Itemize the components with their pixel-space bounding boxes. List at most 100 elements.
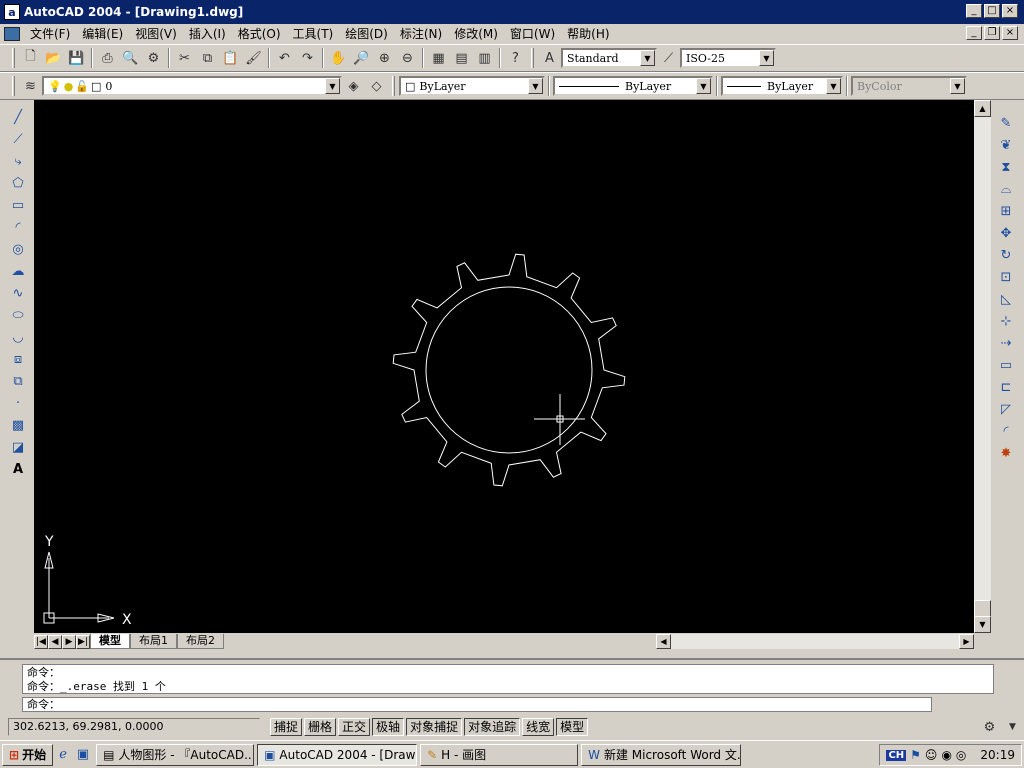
- chevron-down-icon[interactable]: ▼: [325, 78, 340, 94]
- extend-icon[interactable]: ⇢: [994, 332, 1018, 354]
- open-icon[interactable]: 📂: [42, 47, 65, 69]
- ellipse-arc-icon[interactable]: ◡: [6, 326, 30, 348]
- maximize-button[interactable]: □: [984, 4, 1000, 18]
- circle-icon[interactable]: ◎: [6, 238, 30, 260]
- help-icon[interactable]: ?: [504, 47, 527, 69]
- cut-icon[interactable]: ✂: [173, 47, 196, 69]
- arc-icon[interactable]: ◜: [6, 216, 30, 238]
- redo-icon[interactable]: ↷: [296, 47, 319, 69]
- qq-icon[interactable]: ☺: [925, 748, 938, 762]
- zoom-previous-icon[interactable]: ⊖: [396, 47, 419, 69]
- task-button[interactable]: W 新建 Microsoft Word 文...: [581, 743, 742, 766]
- first-tab-icon[interactable]: |◀: [34, 634, 48, 649]
- tab-layout2[interactable]: 布局2: [177, 634, 224, 649]
- ortho-toggle[interactable]: 正交: [338, 718, 371, 736]
- properties-icon[interactable]: ▦: [427, 47, 450, 69]
- polyline-icon[interactable]: ⤷: [6, 150, 30, 172]
- communication-center-icon[interactable]: ⚙: [978, 716, 1001, 738]
- menu-help[interactable]: 帮助(H): [561, 25, 615, 43]
- task-button[interactable]: ✎ H - 画图: [420, 743, 579, 766]
- scroll-down-button[interactable]: ▼: [974, 616, 991, 633]
- internet-explorer-icon[interactable]: ℯ: [53, 745, 73, 765]
- scroll-right-button[interactable]: ▶: [959, 634, 974, 649]
- previous-tab-icon[interactable]: ◀: [48, 634, 62, 649]
- last-tab-icon[interactable]: ▶|: [76, 634, 90, 649]
- polar-toggle[interactable]: 极轴: [372, 718, 405, 736]
- explode-icon[interactable]: ✸: [994, 442, 1018, 464]
- menu-insert[interactable]: 插入(I): [183, 25, 232, 43]
- insert-block-icon[interactable]: ⧈: [6, 348, 30, 370]
- paste-icon[interactable]: 📋: [219, 47, 242, 69]
- construction-line-icon[interactable]: ⟋: [6, 128, 30, 150]
- save-icon[interactable]: 💾: [65, 47, 88, 69]
- autocad-app-icon[interactable]: a: [4, 4, 20, 20]
- dimension-style-icon[interactable]: ⟋: [657, 47, 680, 69]
- drawing-canvas[interactable]: X Y: [34, 100, 974, 633]
- network-icon[interactable]: ◎: [956, 748, 966, 762]
- close-button[interactable]: ×: [1002, 4, 1018, 18]
- otrack-toggle[interactable]: 对象追踪: [464, 718, 521, 736]
- polygon-icon[interactable]: ⬠: [6, 172, 30, 194]
- toolbar-grip[interactable]: [12, 48, 15, 68]
- scale-icon[interactable]: ⊡: [994, 266, 1018, 288]
- text-style-select[interactable]: Standard ▼: [561, 48, 657, 68]
- menu-edit[interactable]: 编辑(E): [76, 25, 129, 43]
- chevron-down-icon[interactable]: ▼: [528, 78, 543, 94]
- menu-view[interactable]: 视图(V): [129, 25, 183, 43]
- match-properties-icon[interactable]: 🖌: [242, 47, 265, 69]
- text-style-icon[interactable]: A: [538, 47, 561, 69]
- mirror-icon[interactable]: ⧗: [994, 156, 1018, 178]
- undo-icon[interactable]: ↶: [273, 47, 296, 69]
- toolbar-grip[interactable]: [392, 76, 395, 96]
- tab-layout1[interactable]: 布局1: [130, 634, 177, 649]
- command-input[interactable]: 命令：: [22, 697, 932, 712]
- print-preview-icon[interactable]: 🔍: [119, 47, 142, 69]
- erase-icon[interactable]: ✎: [994, 112, 1018, 134]
- break-icon[interactable]: ⊏: [994, 376, 1018, 398]
- doc-close-button[interactable]: ×: [1002, 26, 1018, 40]
- menu-format[interactable]: 格式(O): [232, 25, 287, 43]
- rectangle-icon[interactable]: ▭: [6, 194, 30, 216]
- lineweight-toggle[interactable]: 线宽: [522, 718, 555, 736]
- point-icon[interactable]: ·: [6, 392, 30, 414]
- menu-tools[interactable]: 工具(T): [287, 25, 340, 43]
- doc-restore-button[interactable]: ❐: [984, 26, 1000, 40]
- zoom-window-icon[interactable]: ⊕: [373, 47, 396, 69]
- copy-object-icon[interactable]: ❦: [994, 134, 1018, 156]
- layer-select[interactable]: 💡 ● 🔓 □ 0 ▼: [42, 76, 342, 96]
- region-icon[interactable]: ◪: [6, 436, 30, 458]
- desktop-icon[interactable]: ▣: [73, 745, 93, 765]
- zoom-realtime-icon[interactable]: 🔎: [350, 47, 373, 69]
- menu-file[interactable]: 文件(F): [24, 25, 76, 43]
- menu-modify[interactable]: 修改(M): [448, 25, 504, 43]
- osnap-toggle[interactable]: 对象捕捉: [406, 718, 463, 736]
- minimize-button[interactable]: _: [966, 4, 982, 18]
- coordinate-readout[interactable]: 302.6213, 69.2981, 0.0000: [8, 718, 260, 736]
- doc-minimize-button[interactable]: _: [966, 26, 982, 40]
- chevron-down-icon[interactable]: ▼: [696, 78, 711, 94]
- copy-icon[interactable]: ⧉: [196, 47, 219, 69]
- ime-settings-icon[interactable]: ⚑: [910, 748, 921, 762]
- status-menu-icon[interactable]: ▼: [1001, 716, 1024, 738]
- array-icon[interactable]: ⊞: [994, 200, 1018, 222]
- trim-icon[interactable]: ⊹: [994, 310, 1018, 332]
- lineweight-select[interactable]: ByLayer ▼: [721, 76, 843, 96]
- color-select[interactable]: □ ByLayer ▼: [399, 76, 545, 96]
- hatch-icon[interactable]: ▩: [6, 414, 30, 436]
- toolbar-grip[interactable]: [12, 76, 15, 96]
- fillet-icon[interactable]: ◜: [994, 420, 1018, 442]
- horizontal-scrollbar[interactable]: ◀ ▶: [656, 634, 974, 649]
- tab-model[interactable]: 模型: [90, 634, 130, 649]
- volume-icon[interactable]: ◉: [941, 748, 951, 762]
- model-toggle[interactable]: 模型: [556, 718, 589, 736]
- toolbar-grip[interactable]: [531, 48, 534, 68]
- start-button[interactable]: ⊞ 开始: [2, 743, 54, 766]
- grid-toggle[interactable]: 栅格: [304, 718, 337, 736]
- pan-realtime-icon[interactable]: ✋: [327, 47, 350, 69]
- document-icon[interactable]: [4, 27, 20, 41]
- layer-previous-icon[interactable]: ◇: [365, 75, 388, 97]
- menu-draw[interactable]: 绘图(D): [339, 25, 394, 43]
- rotate-icon[interactable]: ↻: [994, 244, 1018, 266]
- clock[interactable]: 20:19: [980, 748, 1015, 762]
- gear-bore-circle[interactable]: [425, 286, 593, 454]
